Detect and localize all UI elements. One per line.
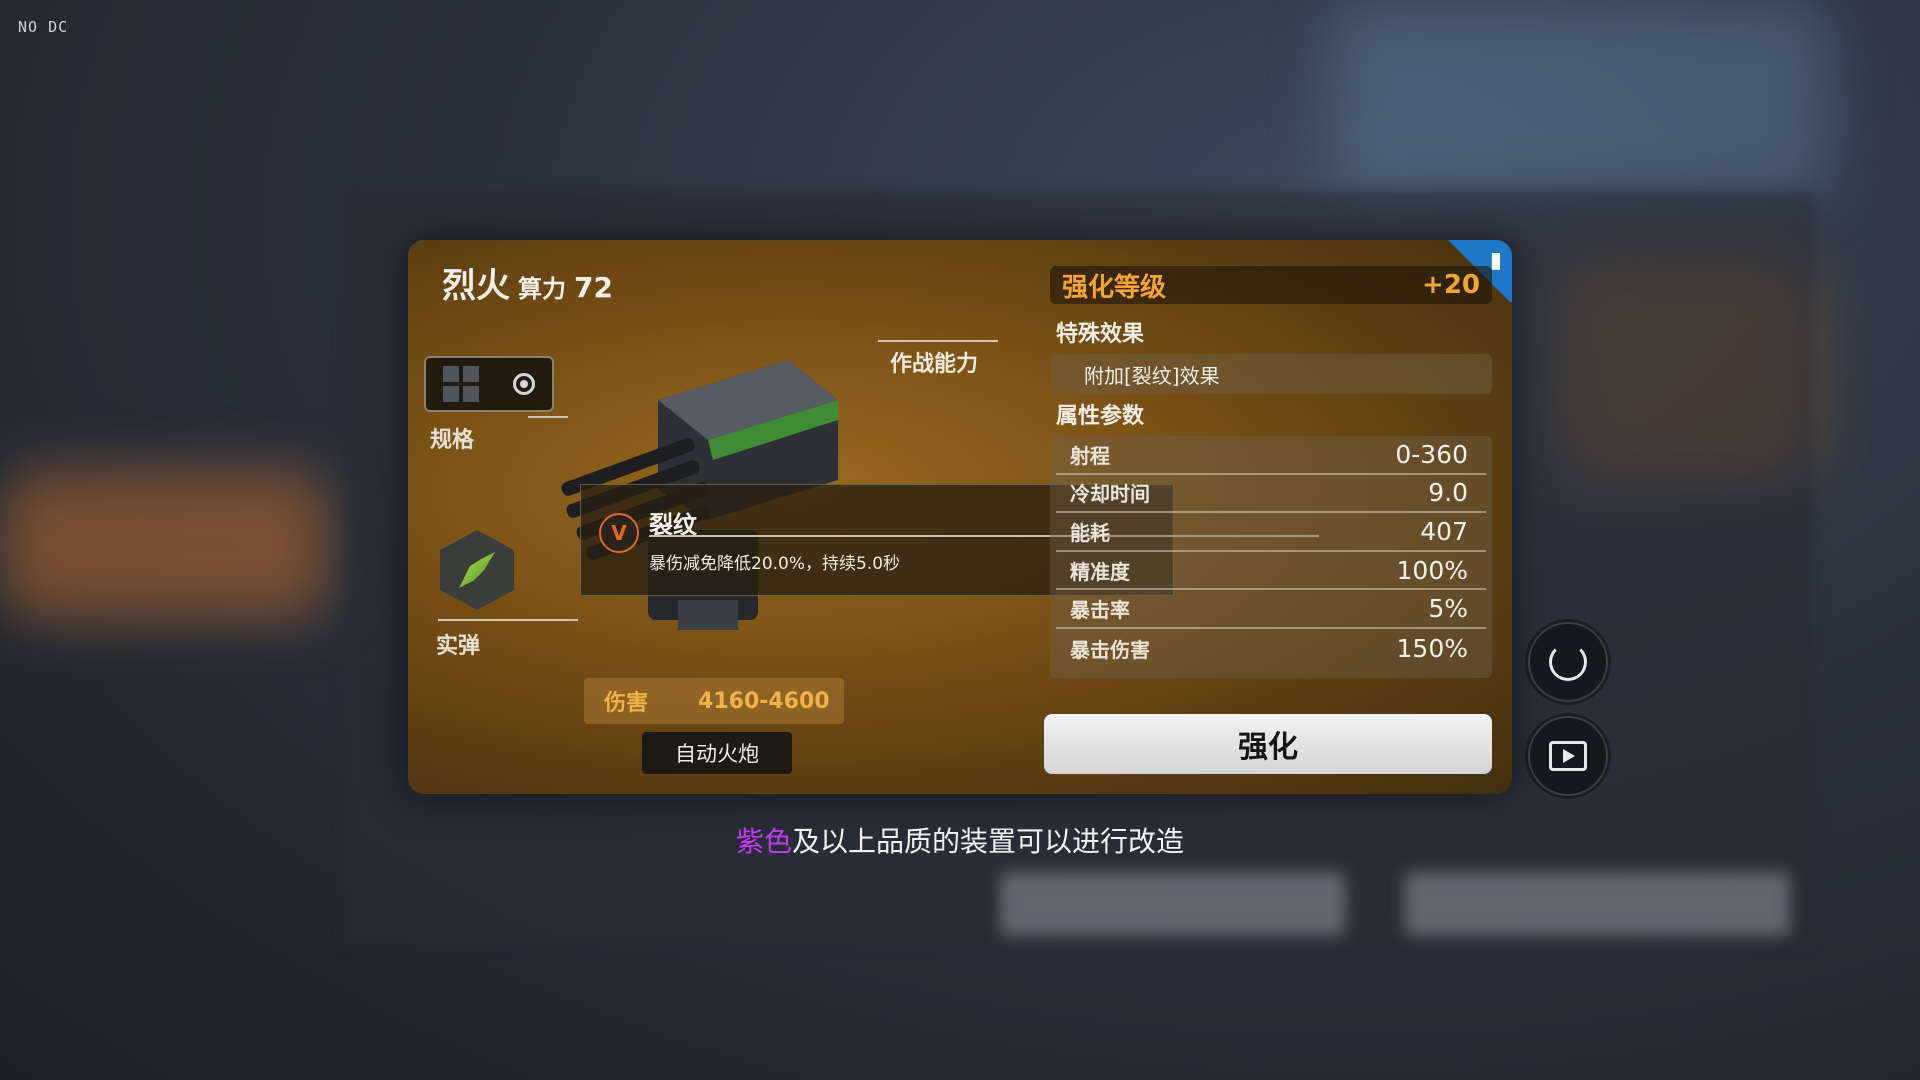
upgrade-button[interactable]: 强化 (1044, 714, 1492, 774)
spec-indicator (424, 356, 554, 412)
combat-ability-label: 作战能力 (890, 352, 979, 377)
enhance-level-label: 强化等级 (1062, 272, 1167, 303)
reforge-button[interactable] (1528, 622, 1608, 702)
stat-value: 5% (1428, 594, 1468, 624)
damage-display: 伤害 4160-4600 (584, 678, 844, 724)
video-button[interactable] (1528, 716, 1608, 796)
stat-row: 暴击伤害 150% (1056, 629, 1486, 668)
video-play-icon (1549, 741, 1587, 771)
cycle-icon (1549, 643, 1587, 681)
background-blur (1330, 0, 1830, 200)
item-name: 烈火 (442, 266, 510, 306)
bullet-icon (459, 552, 495, 588)
stat-name: 能耗 (1070, 520, 1110, 545)
grid-icon (443, 366, 479, 402)
stat-name: 射程 (1070, 443, 1110, 468)
stat-row: 能耗 407 (1056, 513, 1486, 552)
stat-value: 9.0 (1428, 478, 1468, 508)
stat-value: 407 (1420, 516, 1468, 546)
stat-value: 0-360 (1395, 439, 1468, 469)
stat-name: 暴击伤害 (1070, 637, 1150, 662)
leader-line (878, 340, 998, 342)
background-button (1405, 872, 1790, 936)
enhance-level-bar: 强化等级 +20 (1050, 266, 1492, 304)
stat-name: 冷却时间 (1070, 482, 1150, 507)
item-header: 烈火 算力 72 (442, 258, 613, 307)
debug-tag: NO DC (18, 18, 69, 36)
fissure-icon: V (599, 513, 639, 553)
ammo-type-badge (440, 530, 514, 610)
caption-text: 及以上品质的装置可以进行改造 (792, 825, 1185, 858)
stats-table: 射程 0-360 冷却时间 9.0 能耗 407 精准度 100% 暴击率 5% 暴击伤害… (1050, 436, 1492, 678)
background-blur (0, 470, 330, 620)
stat-row: 精准度 100% (1056, 552, 1486, 591)
power-label: 算力 (518, 275, 566, 303)
stat-row: 暴击率 5% (1056, 590, 1486, 629)
special-effect-title: 特殊效果 (1056, 322, 1145, 347)
enhance-level-value: +20 (1422, 270, 1480, 300)
power-value: 72 (574, 271, 613, 304)
attributes-title: 属性参数 (1056, 404, 1145, 429)
damage-label: 伤害 (604, 691, 649, 716)
tooltip-description: 暴伤减免降低20.0%，持续5.0秒 (649, 554, 901, 574)
gear-icon (513, 373, 535, 395)
stat-value: 150% (1396, 633, 1468, 663)
weapon-type-tag: 自动火炮 (642, 732, 792, 774)
stat-name: 精准度 (1070, 559, 1130, 584)
equipment-detail-card: ▮ 烈火 算力 72 规格 实弹 作战能力 V 裂纹 暴伤减免降低20.0%，持… (408, 240, 1512, 794)
stat-row: 冷却时间 9.0 (1056, 475, 1486, 514)
stat-row: 射程 0-360 (1056, 436, 1486, 475)
stat-name: 暴击率 (1070, 598, 1130, 623)
stat-value: 100% (1396, 555, 1468, 585)
hint-caption: 紫色及以上品质的装置可以进行改造 (0, 820, 1920, 860)
spec-label: 规格 (430, 428, 475, 453)
special-effect-box: 附加[裂纹]效果 (1050, 354, 1492, 394)
caption-accent: 紫色 (735, 825, 792, 858)
damage-value: 4160-4600 (698, 688, 830, 714)
ammo-label: 实弹 (436, 634, 481, 659)
background-button (1000, 872, 1345, 936)
